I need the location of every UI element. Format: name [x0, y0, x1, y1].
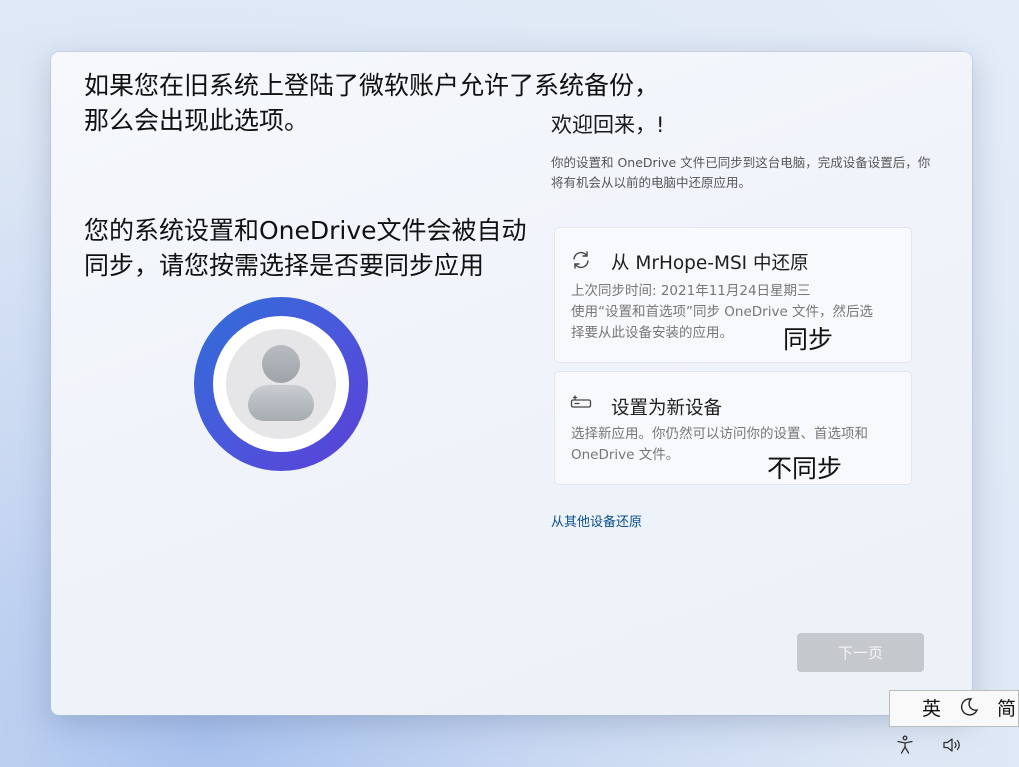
annotation-nosync-label: 不同步 — [767, 454, 843, 483]
sync-icon — [570, 249, 592, 275]
next-button[interactable]: 下一页 — [797, 633, 924, 672]
new-device-option-description: 选择新应用。你仍然可以访问你的设置、首选项和 OneDrive 文件。 — [571, 426, 868, 463]
moon-icon[interactable] — [959, 697, 979, 721]
avatar-body — [248, 385, 314, 421]
avatar-head — [262, 345, 300, 383]
avatar — [226, 329, 336, 439]
annotation-backup-line1: 如果您在旧系统上登陆了微软账户允许了系统备份， — [84, 71, 660, 100]
annotation-sync-note: 您的系统设置和OneDrive文件会被自动 同步，请您按需选择是否要同步应用 — [84, 213, 574, 283]
page-title: 欢迎回来，! — [551, 113, 665, 137]
ime-toolbar[interactable]: 英 简 — [889, 690, 1019, 727]
new-device-option-title: 设置为新设备 — [611, 398, 723, 419]
annotation-sync-label: 同步 — [783, 325, 834, 354]
ime-script-toggle[interactable]: 简 — [997, 699, 1016, 719]
new-device-option[interactable]: 设置为新设备 选择新应用。你仍然可以访问你的设置、首选项和 OneDrive 文… — [554, 371, 912, 485]
restore-from-other-device-link[interactable]: 从其他设备还原 — [551, 511, 642, 530]
page-description: 你的设置和 OneDrive 文件已同步到这台电脑，完成设备设置后，你将有机会从… — [551, 155, 931, 190]
restore-option-last-sync: 上次同步时间: 2021年11月24日星期三 — [571, 283, 811, 299]
restore-option-title: 从 MrHope-MSI 中还原 — [611, 253, 809, 274]
restore-option-description: 使用“设置和首选项”同步 OneDrive 文件，然后选择要从此设备安装的应用。 — [571, 304, 874, 341]
volume-icon[interactable] — [942, 735, 964, 759]
accessibility-icon[interactable] — [896, 735, 914, 759]
annotation-sync-line2: 同步，请您按需选择是否要同步应用 — [84, 251, 485, 280]
new-device-icon — [570, 394, 592, 414]
annotation-sync-line1: 您的系统设置和OneDrive文件会被自动 — [84, 216, 527, 245]
annotation-backup-line2: 那么会出现此选项。 — [84, 106, 310, 135]
restore-from-device-option[interactable]: 从 MrHope-MSI 中还原 上次同步时间: 2021年11月24日星期三 … — [554, 227, 912, 363]
ime-language-toggle[interactable]: 英 — [922, 699, 941, 719]
